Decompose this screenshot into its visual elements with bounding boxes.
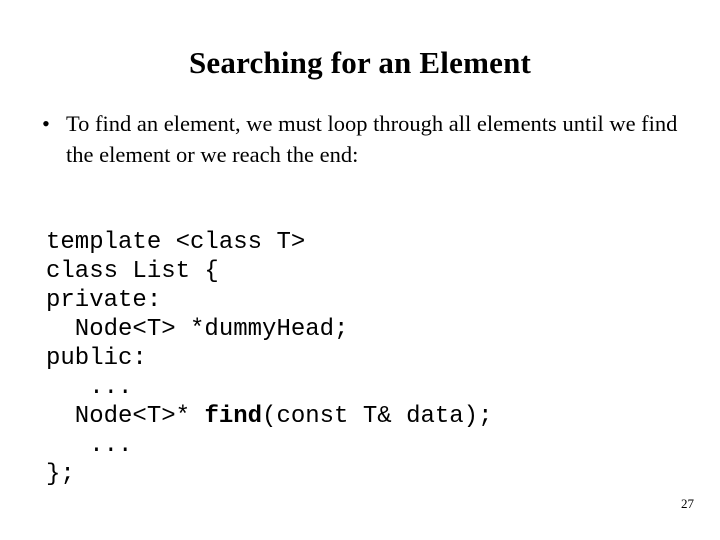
list-item: • To find an element, we must loop throu… — [40, 108, 690, 170]
code-token: public: — [46, 345, 147, 372]
code-token: class List { — [46, 258, 219, 285]
code-line: }; — [46, 460, 492, 489]
bullet-list: • To find an element, we must loop throu… — [40, 108, 690, 170]
code-snippet: template <class T> class List {private: N… — [46, 228, 492, 489]
code-token: Node<T> *dummyHead; — [46, 316, 349, 343]
code-line: ... — [46, 373, 492, 402]
code-token: template <class T> — [46, 229, 306, 256]
page-number: 27 — [681, 496, 694, 511]
code-token: ... — [46, 432, 133, 459]
bullet-point-icon: • — [42, 111, 50, 136]
page-title: Searching for an Element — [188, 45, 532, 80]
bullet-item-text: To find an element, we must loop through… — [66, 111, 678, 167]
code-token: ... — [46, 374, 133, 401]
code-token: private: — [46, 287, 162, 314]
code-token: Node<T>* — [46, 403, 205, 430]
code-token: (const T& data); — [262, 403, 493, 430]
slide-canvas: Searching for an Element • To find an el… — [0, 0, 720, 540]
code-line: Node<T> *dummyHead; — [46, 315, 492, 344]
code-line: ... — [46, 431, 492, 460]
code-line: class List { — [46, 257, 492, 286]
code-line: template <class T> — [46, 228, 492, 257]
code-line: public: — [46, 344, 492, 373]
code-token: }; — [46, 461, 75, 488]
code-line: Node<T>* find(const T& data); — [46, 402, 493, 431]
code-token-emphasis: find — [204, 403, 263, 430]
code-line: private: — [46, 286, 492, 315]
